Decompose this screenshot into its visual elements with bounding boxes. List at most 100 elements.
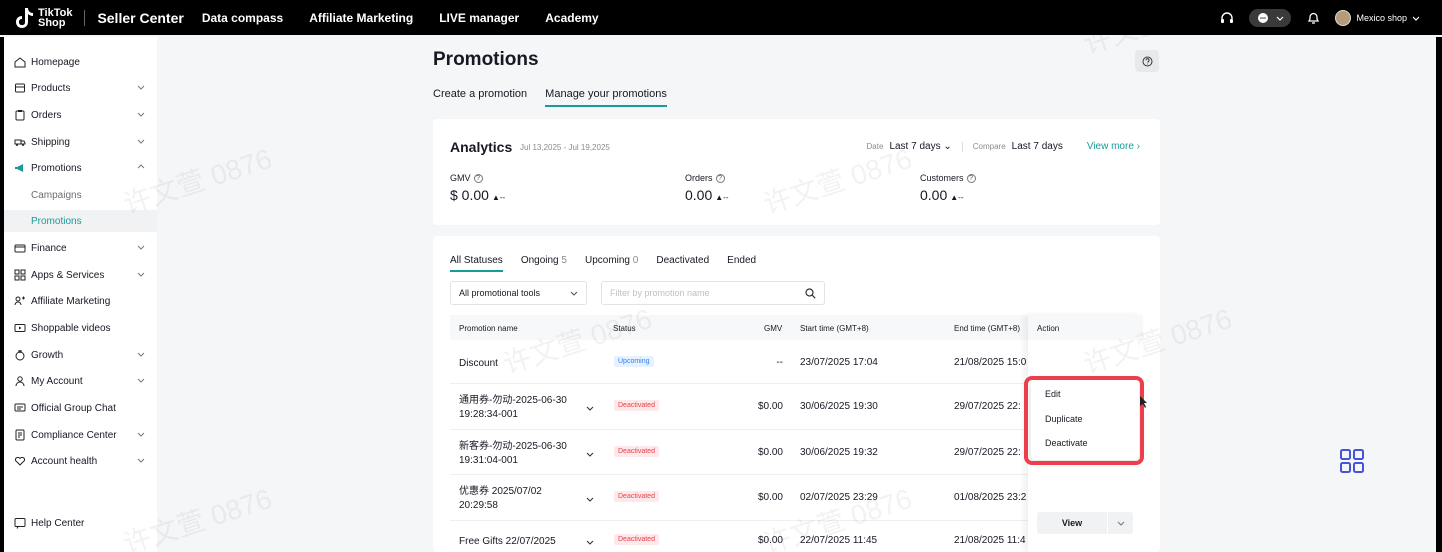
view-button[interactable]: View — [1037, 512, 1133, 534]
tab-deactivated[interactable]: Deactivated — [656, 255, 709, 272]
help-button[interactable] — [1135, 50, 1159, 72]
sidebar-item-affiliate-marketing[interactable]: Affiliate Marketing — [4, 290, 157, 312]
sidebar-item-official-group-chat[interactable]: Official Group Chat — [4, 397, 157, 419]
sidebar-item-apps-services[interactable]: Apps & Services — [4, 264, 157, 286]
sidebar-item-finance[interactable]: Finance — [4, 237, 157, 259]
tiktok-shop-logo[interactable]: TikTok Shop — [14, 7, 72, 29]
compare-label: Compare — [972, 142, 1006, 151]
chevron-down-icon[interactable] — [1108, 519, 1133, 527]
growth-icon — [14, 349, 26, 361]
truck-icon — [14, 136, 26, 148]
analytics-controls: Date Last 7 days ⌄ Compare Last 7 days V… — [867, 141, 1140, 152]
grid-apps-icon[interactable] — [1340, 449, 1364, 478]
end-time: 21/08/2025 11:4 — [954, 535, 1026, 546]
date-select[interactable]: Last 7 days ⌄ — [889, 141, 951, 152]
tab-create-promotion[interactable]: Create a promotion — [433, 88, 527, 107]
sidebar-item-label: My Account — [31, 375, 83, 387]
sidebar-item-label: Compliance Center — [31, 429, 117, 441]
chevron-down-icon — [137, 245, 145, 250]
shop-name: Mexico shop — [1356, 12, 1407, 23]
tab-all-statuses[interactable]: All Statuses — [450, 255, 503, 272]
view-more-link[interactable]: View more › — [1087, 141, 1140, 152]
sidebar-item-compliance-center[interactable]: Compliance Center — [4, 424, 157, 446]
sidebar-item-orders[interactable]: Orders — [4, 104, 157, 126]
mouse-cursor-icon — [1140, 396, 1147, 408]
bell-icon[interactable] — [1305, 10, 1321, 26]
metric-change: ▲-- — [715, 193, 729, 202]
chevron-down-icon[interactable] — [586, 450, 594, 458]
chevron-down-icon[interactable] — [586, 538, 594, 546]
sidebar-item-account-health[interactable]: Account health — [4, 450, 157, 472]
user-icon — [14, 375, 26, 387]
highlight-box — [1024, 376, 1144, 465]
metric-label: GMV — [450, 173, 471, 183]
info-icon[interactable]: ? — [715, 173, 725, 183]
sidebar-item-promotions-sub[interactable]: Promotions — [4, 210, 157, 232]
tab-manage-promotions[interactable]: Manage your promotions — [545, 88, 667, 107]
metric-value: $ 0.00 — [450, 187, 489, 203]
promotion-name: 通用券-勿动-2025-06-30 19:28:34-001 — [459, 395, 567, 420]
sidebar-item-label: Homepage — [31, 56, 80, 68]
end-time: 29/07/2025 22: — [954, 401, 1021, 412]
sidebar-item-my-account[interactable]: My Account — [4, 370, 157, 392]
start-time: 02/07/2025 23:29 — [800, 492, 878, 503]
sidebar-item-shoppable-videos[interactable]: Shoppable videos — [4, 317, 157, 339]
nav-data-compass[interactable]: Data compass — [202, 11, 283, 25]
col-action: Action — [1028, 315, 1143, 340]
headset-icon[interactable] — [1219, 10, 1235, 26]
col-start-time: Start time (GMT+8) — [800, 324, 869, 333]
search-input[interactable]: Filter by promotion name — [601, 281, 825, 305]
sidebar-item-homepage[interactable]: Homepage — [4, 51, 157, 73]
tab-ended[interactable]: Ended — [727, 255, 756, 272]
chevron-down-icon[interactable] — [586, 404, 594, 412]
status-badge: Upcoming — [614, 355, 654, 367]
info-icon[interactable]: ? — [966, 173, 976, 183]
shop-switcher[interactable]: Mexico shop — [1335, 9, 1420, 26]
apps-icon — [14, 269, 26, 281]
nav-affiliate-marketing[interactable]: Affiliate Marketing — [309, 11, 413, 25]
metric-change: ▲-- — [491, 193, 506, 202]
sidebar-item-products[interactable]: Products — [4, 77, 157, 99]
chevron-down-icon — [137, 112, 145, 117]
compare-value[interactable]: Last 7 days — [1012, 141, 1063, 152]
promotion-name: 新客券-勿动-2025-06-30 19:31:04-001 — [459, 440, 567, 466]
sidebar-item-label: Shipping — [31, 136, 70, 148]
start-time: 23/07/2025 17:04 — [800, 356, 878, 368]
date-label: Date — [866, 142, 884, 151]
chevron-up-icon — [137, 164, 145, 169]
app-name[interactable]: Seller Center — [97, 10, 183, 26]
chevron-down-icon — [137, 272, 145, 277]
promotional-tool-select[interactable]: All promotional tools — [450, 281, 587, 305]
start-time: 30/06/2025 19:30 — [800, 401, 878, 412]
tab-upcoming[interactable]: Upcoming 0 — [585, 255, 638, 272]
clipboard-icon — [14, 109, 26, 121]
wallet-icon — [14, 242, 26, 254]
sidebar-item-growth[interactable]: Growth — [4, 344, 157, 366]
end-time: 21/08/2025 15:0 — [954, 356, 1027, 368]
tab-ongoing[interactable]: Ongoing 5 — [521, 255, 567, 272]
messages-button[interactable] — [1249, 8, 1292, 27]
sidebar-item-shipping[interactable]: Shipping — [4, 131, 157, 153]
sidebar-item-label: Official Group Chat — [31, 402, 116, 414]
avatar — [1335, 9, 1352, 26]
nav-live-manager[interactable]: LIVE manager — [439, 11, 519, 25]
chevron-down-icon[interactable] — [586, 495, 594, 503]
nav-academy[interactable]: Academy — [545, 11, 598, 25]
sidebar-item-label: Products — [31, 82, 71, 94]
logo-divider — [84, 9, 86, 26]
sidebar-item-help-center[interactable]: Help Center — [4, 512, 157, 534]
metric-change: ▲-- — [950, 193, 964, 202]
sidebar-item-campaigns-sub[interactable]: Campaigns — [4, 184, 157, 206]
sidebar-item-label: Account health — [31, 455, 98, 467]
info-icon[interactable]: ? — [473, 173, 483, 183]
video-icon — [14, 322, 26, 334]
search-icon[interactable] — [805, 287, 816, 299]
sidebar-item-promotions[interactable]: Promotions — [4, 157, 157, 179]
gmv-value: $0.00 — [757, 492, 783, 503]
chevron-down-icon — [137, 458, 145, 463]
tiktok-logo-icon — [14, 7, 34, 29]
logo-line-2: Shop — [38, 16, 66, 29]
sidebar-item-label: Promotions — [31, 162, 82, 174]
sidebar-item-label: Promotions — [31, 215, 82, 227]
start-time: 22/07/2025 11:45 — [800, 535, 878, 546]
